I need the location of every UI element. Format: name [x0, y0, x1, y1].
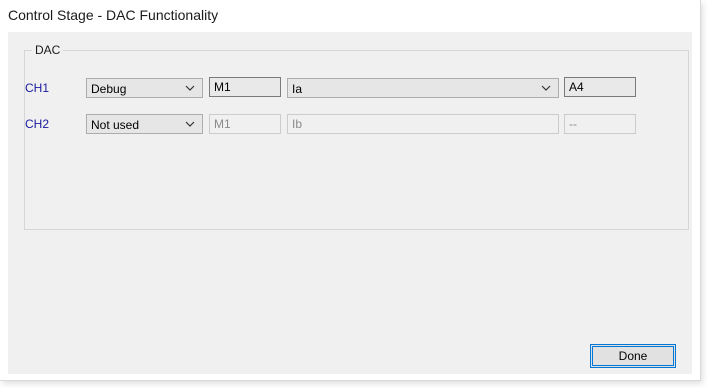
ch1-mode-value: Debug — [91, 82, 127, 96]
ch1-motor-value: M1 — [214, 80, 231, 94]
ch2-mode-select[interactable]: Not used — [86, 114, 203, 134]
dialog-client-area: DAC CH1 Debug M1 Ia A4 CH2 Not used M1 I… — [8, 32, 692, 374]
ch1-signal-select[interactable]: Ia — [287, 78, 559, 98]
done-button[interactable]: Done — [590, 344, 676, 368]
ch2-signal-field[interactable]: Ib — [287, 114, 559, 134]
ch1-output-value: A4 — [569, 80, 584, 94]
ch1-output-field[interactable]: A4 — [564, 77, 636, 97]
page: Control Stage - DAC Functionality DAC CH… — [0, 0, 711, 388]
ch2-output-field[interactable]: -- — [564, 114, 636, 134]
done-button-label: Done — [618, 349, 648, 363]
chevron-down-icon — [185, 121, 195, 127]
dac-group-label: DAC — [32, 43, 64, 57]
dialog-window: Control Stage - DAC Functionality DAC CH… — [0, 0, 701, 381]
ch1-label: CH1 — [25, 81, 50, 95]
ch2-signal-value: Ib — [292, 117, 303, 131]
ch1-signal-value: Ia — [292, 82, 303, 96]
ch2-output-value: -- — [569, 117, 577, 131]
ch1-mode-select[interactable]: Debug — [86, 78, 203, 98]
window-title: Control Stage - DAC Functionality — [8, 7, 219, 23]
ch2-motor-value: M1 — [214, 117, 231, 131]
title-bar: Control Stage - DAC Functionality — [0, 0, 700, 32]
ch2-motor-field[interactable]: M1 — [209, 114, 281, 134]
ch2-mode-value: Not used — [91, 118, 140, 132]
ch2-label: CH2 — [25, 117, 50, 131]
ch1-motor-field[interactable]: M1 — [209, 77, 281, 97]
chevron-down-icon — [185, 85, 195, 91]
chevron-down-icon — [541, 85, 551, 91]
